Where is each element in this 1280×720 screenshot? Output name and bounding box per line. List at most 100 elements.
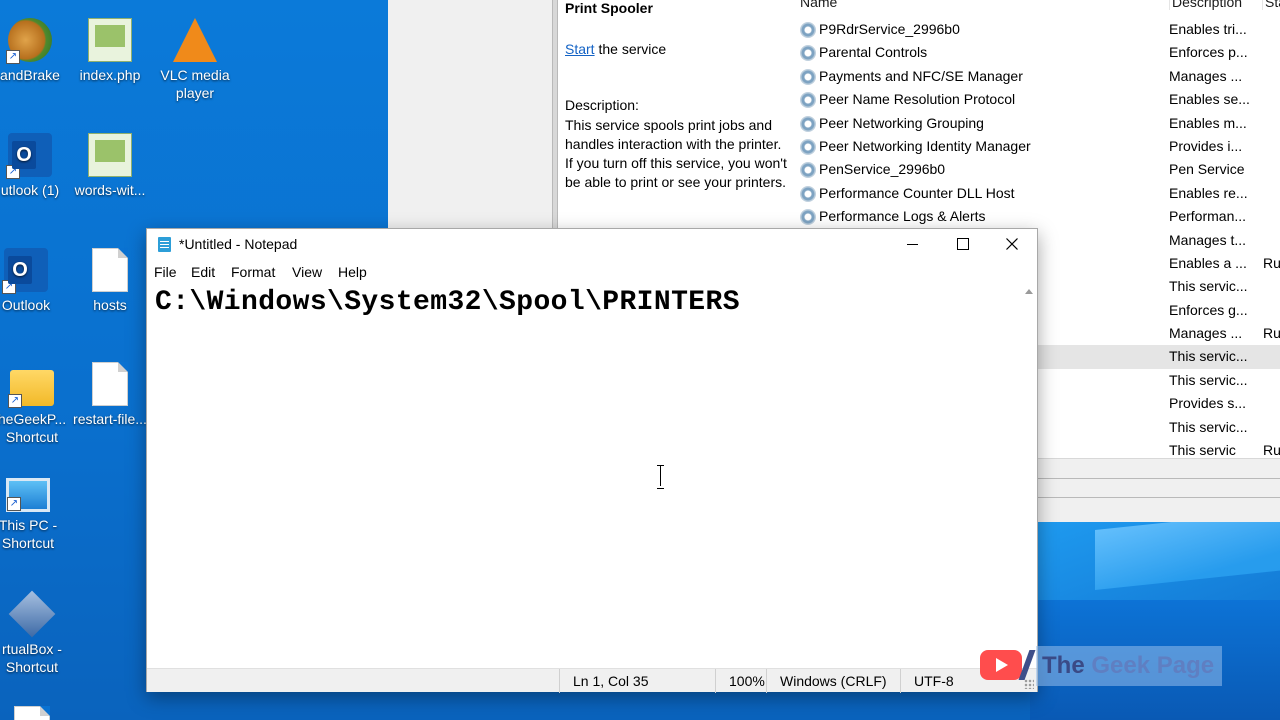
service-name: Performance Counter DLL Host [819,184,1015,201]
document-icon [14,706,50,720]
service-description-cell: Manages ... [1169,325,1243,342]
start-service-line: Start the service [565,41,666,57]
service-row[interactable]: Peer Networking Grouping Enables m... [798,112,1280,135]
desktop-icon-thegeekpage-shortcut[interactable]: ↗ heGeekP... Shortcut [0,362,74,446]
service-description-cell: This servic... [1169,371,1248,388]
horizontal-scrollbar[interactable] [1038,458,1280,478]
zoom-level: 100% [715,669,766,693]
document-icon [92,362,128,406]
scroll-up-arrow-icon[interactable] [1025,289,1033,294]
column-name[interactable]: Name [800,0,837,10]
service-row[interactable]: Performance Counter DLL Host Enables re..… [798,182,1280,205]
column-status[interactable]: Sta [1262,0,1280,10]
menu-edit[interactable]: Edit [191,264,215,280]
desktop-icon-words-with[interactable]: words-wit... [68,133,152,199]
menu-view[interactable]: View [292,264,322,280]
service-description-cell: Enables a ... [1169,254,1247,271]
status-bar: Ln 1, Col 35 100% Windows (CRLF) UTF-8 [147,668,1037,693]
text-editor[interactable]: C:\Windows\System32\Spool\PRINTERS [147,285,1021,667]
service-description-cell: Manages t... [1169,231,1247,248]
service-description-cell: Provides s... [1169,395,1247,412]
minimize-button[interactable] [887,229,937,259]
extended-standard-tabs[interactable] [1038,478,1280,498]
service-row[interactable]: Peer Networking Identity Manager Provides… [798,135,1280,158]
vertical-scrollbar[interactable] [1021,285,1037,667]
service-name: Peer Networking Grouping [819,114,984,131]
window-title: *Untitled - Notepad [179,236,298,252]
desktop-icon-outlook[interactable]: ↗ Outlook [0,248,68,314]
desktop-icon-virtualbox[interactable]: rtualBox - Shortcut [0,590,74,676]
computer-icon: ↗ [6,478,50,512]
watermark-text: The Geek Page [1036,646,1223,686]
service-description-cell: This servic... [1169,418,1248,435]
outlook-icon: ↗ [6,133,52,179]
editor-content[interactable]: C:\Windows\System32\Spool\PRINTERS [155,287,740,318]
gear-icon [800,185,816,202]
start-service-text: the service [594,41,667,57]
service-name: Payments and NFC/SE Manager [819,67,1023,84]
service-description-cell: This servic... [1169,348,1248,365]
service-row[interactable]: Payments and NFC/SE Manager Manages ... [798,65,1280,88]
service-title: Print Spooler [565,0,653,16]
line-endings: Windows (CRLF) [766,669,900,693]
desktop-icon-index-php[interactable]: index.php [68,18,152,84]
service-description: This service spools print jobs and handl… [565,117,787,190]
menu-file[interactable]: File [154,264,177,280]
shortcut-arrow-icon: ↗ [6,165,20,179]
php-file-icon [88,133,132,177]
desktop-icon-hosts[interactable]: hosts [68,248,152,314]
service-description-cell: This servic... [1169,278,1248,295]
service-name: Performance Logs & Alerts [819,208,986,225]
shortcut-arrow-icon: ↗ [2,280,16,294]
service-name: Peer Networking Identity Manager [819,137,1031,154]
gear-icon [800,92,816,109]
close-button[interactable] [987,229,1037,259]
watermark: The Geek Page [980,646,1230,686]
services-tree-pane [388,0,552,228]
service-name: Parental Controls [819,44,928,61]
column-description[interactable]: Description [1169,0,1242,10]
description-heading: Description: [565,97,639,113]
gear-icon [800,138,816,155]
desktop-icon-vlc[interactable]: VLC media player [153,18,237,102]
handbrake-icon: ↗ [6,18,52,64]
gear-icon [800,115,816,132]
desktop-icon-outlook-1[interactable]: ↗ utlook (1) [0,133,72,199]
service-description-cell: Pen Service [1169,161,1245,178]
service-description-cell: Enforces g... [1169,301,1248,318]
notepad-icon [158,237,171,252]
gear-icon [800,209,816,226]
menu-format[interactable]: Format [231,264,275,280]
service-row[interactable]: Peer Name Resolution Protocol Enables se.… [798,88,1280,111]
desktop-icon-partial[interactable] [0,706,74,720]
title-bar[interactable]: *Untitled - Notepad [147,229,1037,259]
service-row[interactable]: P9RdrService_2996b0 Enables tri... [798,18,1280,41]
document-icon [92,248,128,292]
gear-icon [800,68,816,85]
service-name: Peer Name Resolution Protocol [819,91,1016,108]
menu-bar: File Edit Format View Help [147,261,1037,283]
service-status-cell: Ru [1263,325,1280,342]
service-description-cell: Enables se... [1169,91,1250,108]
service-description-cell: Enables m... [1169,114,1247,131]
shortcut-arrow-icon: ↗ [6,50,20,64]
service-description-cell: Enables re... [1169,184,1248,201]
gear-icon [800,162,816,179]
service-description-cell: Performan... [1169,208,1247,225]
desktop-icon-handbrake[interactable]: ↗ andBrake [0,18,72,84]
desktop-icon-this-pc[interactable]: ↗ This PC - Shortcut [0,478,70,552]
start-service-link[interactable]: Start [565,41,595,57]
service-row[interactable]: Parental Controls Enforces p... [798,41,1280,64]
service-row[interactable]: Performance Logs & Alerts Performan... [798,205,1280,228]
php-file-icon [88,18,132,62]
gear-icon [800,45,816,62]
menu-help[interactable]: Help [338,264,367,280]
shortcut-arrow-icon: ↗ [8,394,22,408]
maximize-button[interactable] [937,229,987,259]
service-description-cell: Enforces p... [1169,44,1248,61]
service-status-cell: Ru [1263,254,1280,271]
notepad-window: *Untitled - Notepad File Edit Format Vie… [146,228,1038,693]
service-name: P9RdrService_2996b0 [819,21,960,37]
service-row[interactable]: PenService_2996b0 Pen Service [798,158,1280,181]
desktop-icon-restart-file[interactable]: restart-file... [68,362,152,428]
